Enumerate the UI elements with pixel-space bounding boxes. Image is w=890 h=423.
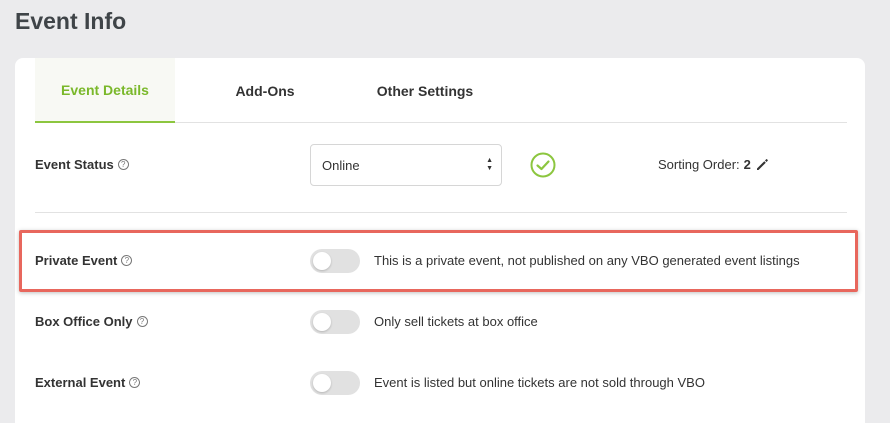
highlight-box bbox=[19, 230, 858, 292]
select-arrows-icon: ▲ ▼ bbox=[486, 157, 493, 172]
tab-bar: Event Details Add-Ons Other Settings bbox=[35, 58, 847, 123]
event-status-selected-value: Online bbox=[322, 157, 360, 173]
event-status-label: Event Status ? bbox=[35, 157, 129, 172]
box-office-only-label: Box Office Only ? bbox=[35, 314, 148, 329]
external-event-label-text: External Event bbox=[35, 375, 126, 390]
sorting-order: Sorting Order: 2 bbox=[658, 157, 769, 172]
external-event-description: Event is listed but online tickets are n… bbox=[374, 375, 705, 390]
external-event-label: External Event ? bbox=[35, 375, 141, 390]
event-status-label-text: Event Status bbox=[35, 157, 114, 172]
box-office-only-description: Only sell tickets at box office bbox=[374, 314, 538, 329]
tab-add-ons[interactable]: Add-Ons bbox=[215, 58, 315, 123]
sorting-order-label: Sorting Order: bbox=[658, 157, 740, 172]
event-status-select[interactable]: Online ▲ ▼ bbox=[310, 144, 502, 186]
page-title: Event Info bbox=[15, 8, 127, 34]
external-event-toggle[interactable] bbox=[310, 371, 360, 395]
tab-event-details[interactable]: Event Details bbox=[35, 58, 175, 123]
divider bbox=[35, 212, 847, 213]
sorting-order-value: 2 bbox=[743, 157, 751, 172]
box-office-only-label-text: Box Office Only bbox=[35, 314, 133, 329]
check-circle-icon bbox=[530, 152, 556, 178]
help-icon[interactable]: ? bbox=[117, 159, 129, 170]
help-icon[interactable]: ? bbox=[129, 377, 141, 388]
event-info-card: Event Details Add-Ons Other Settings Eve… bbox=[15, 58, 865, 423]
box-office-only-toggle[interactable] bbox=[310, 310, 360, 334]
tab-other-settings[interactable]: Other Settings bbox=[355, 58, 495, 123]
help-icon[interactable]: ? bbox=[136, 316, 148, 327]
pencil-icon[interactable] bbox=[755, 158, 769, 172]
